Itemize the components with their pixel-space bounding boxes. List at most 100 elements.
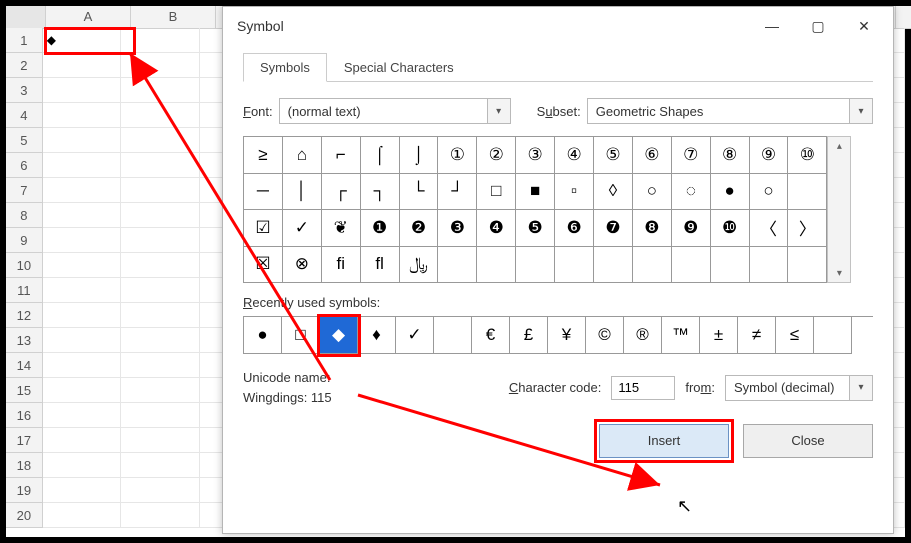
symbol-cell[interactable]: └ bbox=[400, 174, 439, 211]
maximize-button[interactable]: ▢ bbox=[795, 11, 841, 41]
dialog-titlebar[interactable]: Symbol — ▢ ✕ bbox=[223, 7, 893, 45]
symbol-cell[interactable]: ☑ bbox=[244, 210, 283, 247]
cell[interactable] bbox=[121, 203, 199, 228]
symbol-cell[interactable]: ❽ bbox=[633, 210, 672, 247]
symbol-cell[interactable] bbox=[516, 247, 555, 284]
tab-special-characters[interactable]: Special Characters bbox=[327, 53, 471, 82]
symbol-grid-scrollbar[interactable]: ▴ ▾ bbox=[827, 136, 851, 283]
row-header[interactable]: 4 bbox=[6, 103, 43, 128]
cell[interactable] bbox=[43, 453, 121, 478]
recent-symbol-cell[interactable]: © bbox=[586, 317, 624, 354]
symbol-cell[interactable]: ○ bbox=[633, 174, 672, 211]
symbol-cell[interactable]: ⑨ bbox=[750, 137, 789, 174]
symbol-grid[interactable]: ≥⌂⌐⌠⌡①②③④⑤⑥⑦⑧⑨⑩─│┌┐└┘□■▫◊○◌●○☑✓❦❶❷❸❹❺❻❼❽… bbox=[243, 136, 827, 283]
symbol-cell[interactable]: ≥ bbox=[244, 137, 283, 174]
recent-symbol-cell[interactable]: ✓ bbox=[396, 317, 434, 354]
row-header[interactable]: 10 bbox=[6, 253, 43, 278]
font-select[interactable]: (normal text) ▾ bbox=[279, 98, 511, 124]
symbol-cell[interactable]: │ bbox=[283, 174, 322, 211]
recent-symbol-cell[interactable] bbox=[814, 317, 852, 354]
cell[interactable] bbox=[121, 478, 199, 503]
symbol-cell[interactable] bbox=[633, 247, 672, 284]
symbol-cell[interactable]: ❶ bbox=[361, 210, 400, 247]
cell[interactable] bbox=[121, 353, 199, 378]
symbol-cell[interactable]: ┐ bbox=[361, 174, 400, 211]
symbol-cell[interactable] bbox=[711, 247, 750, 284]
cell[interactable] bbox=[121, 278, 199, 303]
recent-symbol-cell[interactable]: ® bbox=[624, 317, 662, 354]
symbol-cell[interactable]: ⌂ bbox=[283, 137, 322, 174]
row-header[interactable]: 17 bbox=[6, 428, 43, 453]
row-header[interactable]: 13 bbox=[6, 328, 43, 353]
symbol-cell[interactable]: ◊ bbox=[594, 174, 633, 211]
cell[interactable] bbox=[121, 128, 199, 153]
row-header[interactable]: 5 bbox=[6, 128, 43, 153]
cell[interactable] bbox=[43, 303, 121, 328]
recent-symbols-row[interactable]: ●□◆♦✓€£¥©®™±≠≤ bbox=[243, 316, 873, 354]
cell[interactable] bbox=[43, 428, 121, 453]
row-header[interactable]: 6 bbox=[6, 153, 43, 178]
close-button[interactable]: Close bbox=[743, 424, 873, 458]
row-header[interactable]: 3 bbox=[6, 78, 43, 103]
recent-symbol-cell[interactable]: ◆ bbox=[320, 317, 358, 354]
row-header[interactable]: 11 bbox=[6, 278, 43, 303]
row-header[interactable]: 16 bbox=[6, 403, 43, 428]
symbol-cell[interactable]: ❿ bbox=[711, 210, 750, 247]
cell[interactable] bbox=[121, 178, 199, 203]
scroll-down-icon[interactable]: ▾ bbox=[828, 264, 850, 282]
symbol-cell[interactable]: ﷼ bbox=[400, 247, 439, 284]
symbol-cell[interactable]: 〉 bbox=[788, 210, 827, 247]
symbol-cell[interactable]: ❷ bbox=[400, 210, 439, 247]
cell[interactable] bbox=[43, 253, 121, 278]
col-header-k[interactable]: K bbox=[896, 6, 911, 28]
symbol-cell[interactable]: ❦ bbox=[322, 210, 361, 247]
symbol-cell[interactable]: ⌠ bbox=[361, 137, 400, 174]
cell[interactable] bbox=[43, 178, 121, 203]
select-all-corner[interactable] bbox=[6, 6, 46, 28]
col-header-a[interactable]: A bbox=[46, 6, 131, 28]
symbol-cell[interactable]: ─ bbox=[244, 174, 283, 211]
cell[interactable] bbox=[121, 28, 199, 53]
cell[interactable] bbox=[121, 403, 199, 428]
insert-button[interactable]: Insert bbox=[599, 424, 729, 458]
symbol-cell[interactable]: ☒ bbox=[244, 247, 283, 284]
tab-symbols[interactable]: Symbols bbox=[243, 53, 327, 82]
cell[interactable] bbox=[121, 253, 199, 278]
symbol-cell[interactable]: ▫ bbox=[555, 174, 594, 211]
cell[interactable] bbox=[43, 78, 121, 103]
symbol-cell[interactable]: ● bbox=[711, 174, 750, 211]
recent-symbol-cell[interactable]: ≤ bbox=[776, 317, 814, 354]
symbol-cell[interactable]: ┌ bbox=[322, 174, 361, 211]
row-header[interactable]: 2 bbox=[6, 53, 43, 78]
row-header[interactable]: 9 bbox=[6, 228, 43, 253]
cell[interactable]: ◆ bbox=[43, 28, 121, 53]
cell[interactable] bbox=[43, 403, 121, 428]
symbol-cell[interactable] bbox=[438, 247, 477, 284]
symbol-cell[interactable]: ⊗ bbox=[283, 247, 322, 284]
symbol-cell[interactable]: ⑩ bbox=[788, 137, 827, 174]
row-header[interactable]: 8 bbox=[6, 203, 43, 228]
symbol-cell[interactable]: ﬂ bbox=[361, 247, 400, 284]
cell[interactable] bbox=[43, 153, 121, 178]
close-window-button[interactable]: ✕ bbox=[841, 11, 887, 41]
symbol-cell[interactable] bbox=[788, 174, 827, 211]
row-header[interactable]: 1 bbox=[6, 28, 43, 53]
symbol-cell[interactable]: ■ bbox=[516, 174, 555, 211]
scroll-up-icon[interactable]: ▴ bbox=[828, 137, 850, 155]
cell[interactable] bbox=[43, 203, 121, 228]
row-header[interactable]: 7 bbox=[6, 178, 43, 203]
col-header-b[interactable]: B bbox=[131, 6, 216, 28]
symbol-cell[interactable]: ⑧ bbox=[711, 137, 750, 174]
minimize-button[interactable]: — bbox=[749, 11, 795, 41]
cell[interactable] bbox=[43, 228, 121, 253]
cell[interactable] bbox=[43, 103, 121, 128]
symbol-cell[interactable]: ⌐ bbox=[322, 137, 361, 174]
recent-symbol-cell[interactable]: ™ bbox=[662, 317, 700, 354]
row-header[interactable]: 20 bbox=[6, 503, 43, 528]
symbol-cell[interactable]: ⑤ bbox=[594, 137, 633, 174]
row-header[interactable]: 15 bbox=[6, 378, 43, 403]
cell[interactable] bbox=[121, 428, 199, 453]
cell[interactable] bbox=[43, 353, 121, 378]
row-header[interactable]: 14 bbox=[6, 353, 43, 378]
recent-symbol-cell[interactable]: ≠ bbox=[738, 317, 776, 354]
